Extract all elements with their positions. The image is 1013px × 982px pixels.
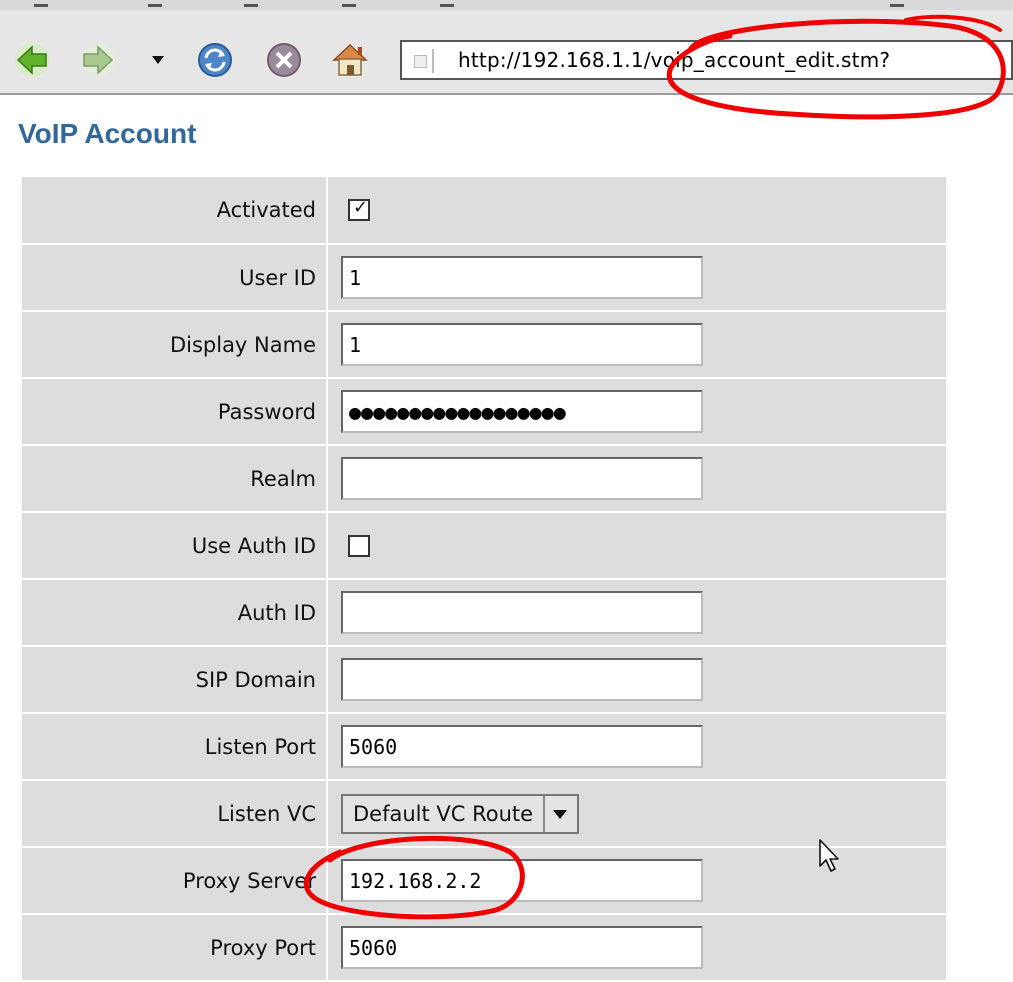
- realm-input[interactable]: [341, 457, 703, 500]
- proxy-server-label: Proxy Server: [22, 847, 328, 915]
- row-user-id: User ID: [22, 244, 946, 312]
- row-display-name: Display Name: [22, 311, 946, 379]
- row-use-auth-id: Use Auth ID: [22, 512, 946, 580]
- url-text[interactable]: http://192.168.1.1/voip_account_edit.stm…: [458, 48, 890, 72]
- use-auth-id-label: Use Auth ID: [22, 512, 328, 580]
- voip-account-form: Activated ✓ User ID Display Name Passwor…: [22, 177, 946, 982]
- use-auth-id-checkbox[interactable]: [348, 534, 370, 557]
- listen-vc-label: Listen VC: [22, 780, 328, 848]
- row-proxy-server: Proxy Server: [22, 847, 946, 915]
- proxy-port-label: Proxy Port: [22, 914, 328, 982]
- listen-vc-selected-value: Default VC Route: [353, 801, 534, 826]
- display-name-input[interactable]: [341, 323, 703, 366]
- listen-port-label: Listen Port: [22, 713, 328, 781]
- row-realm: Realm: [22, 445, 946, 513]
- auth-id-label: Auth ID: [22, 579, 328, 647]
- row-proxy-port: Proxy Port: [22, 914, 946, 982]
- chevron-down-icon[interactable]: [543, 795, 577, 832]
- row-listen-vc: Listen VC Default VC Route: [22, 780, 946, 848]
- listen-port-input[interactable]: [341, 725, 703, 768]
- reload-icon[interactable]: [195, 40, 235, 80]
- proxy-port-input[interactable]: [341, 926, 703, 969]
- sip-domain-input[interactable]: [341, 658, 703, 701]
- row-password: Password: [22, 378, 946, 446]
- page-title: VoIP Account: [18, 118, 197, 149]
- listen-vc-select[interactable]: Default VC Route: [341, 793, 580, 834]
- mouse-cursor-icon: [819, 839, 839, 872]
- sip-domain-label: SIP Domain: [22, 646, 328, 714]
- row-activated: Activated ✓: [22, 177, 946, 245]
- password-label: Password: [22, 378, 328, 446]
- history-dropdown-icon[interactable]: [152, 56, 164, 64]
- auth-id-input[interactable]: [341, 591, 703, 634]
- menu-strip-remnant: [0, 0, 1013, 10]
- checkmark-icon: ✓: [353, 197, 369, 218]
- back-arrow-icon[interactable]: [12, 40, 52, 80]
- display-name-label: Display Name: [22, 311, 328, 379]
- row-sip-domain: SIP Domain: [22, 646, 946, 714]
- forward-arrow-icon[interactable]: [78, 40, 118, 80]
- user-id-label: User ID: [22, 244, 328, 312]
- stop-icon[interactable]: [264, 40, 304, 80]
- row-auth-id: Auth ID: [22, 579, 946, 647]
- page-favicon-icon: [408, 49, 434, 73]
- activated-checkbox[interactable]: ✓: [348, 197, 370, 221]
- proxy-server-input[interactable]: [341, 859, 703, 902]
- home-icon[interactable]: [330, 40, 370, 80]
- realm-label: Realm: [22, 445, 328, 513]
- row-listen-port: Listen Port: [22, 713, 946, 781]
- password-input[interactable]: [341, 390, 703, 433]
- user-id-input[interactable]: [341, 256, 703, 299]
- address-bar[interactable]: http://192.168.1.1/voip_account_edit.stm…: [400, 40, 1013, 80]
- browser-toolbar: http://192.168.1.1/voip_account_edit.stm…: [0, 0, 1013, 95]
- activated-label: Activated: [22, 177, 328, 245]
